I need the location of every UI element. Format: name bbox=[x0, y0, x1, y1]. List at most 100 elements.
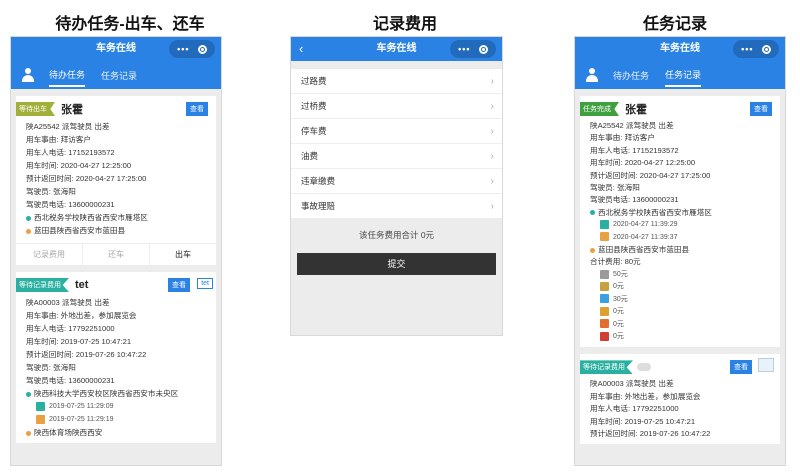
fee-item[interactable]: 过桥费 › bbox=[291, 94, 502, 119]
end-dot-icon bbox=[26, 430, 31, 436]
app-title: 车务在线 bbox=[660, 43, 700, 54]
navbar: 车务在线 ••• bbox=[11, 37, 221, 61]
phone-line: 用车人电话: 17792251000 bbox=[26, 324, 115, 333]
mini-capsule[interactable]: ••• bbox=[733, 40, 779, 58]
more-icon[interactable]: ••• bbox=[741, 44, 753, 54]
toggle-switch[interactable] bbox=[637, 363, 651, 372]
record-fee-button[interactable]: 记录费用 bbox=[16, 244, 83, 265]
time-line: 用车时间: 2020-04-27 12:25:00 bbox=[590, 158, 696, 168]
passenger-name: 张霍 bbox=[61, 104, 83, 116]
violation-fee-icon bbox=[600, 319, 609, 329]
return-line: 预计返回时间: 2019-07-26 10:47:22 bbox=[26, 350, 147, 359]
fee-item[interactable]: 过路费 › bbox=[291, 69, 502, 94]
reason-line: 用车事由: 外地出差，参加展览会 bbox=[590, 391, 701, 401]
toll-fee-icon bbox=[600, 269, 609, 279]
more-icon[interactable]: ••• bbox=[458, 44, 470, 54]
return-line: 预计返回时间: 2020-04-27 17:25:00 bbox=[26, 174, 147, 183]
mini-capsule[interactable]: ••• bbox=[169, 40, 215, 58]
caption-left: 待办任务-出车、还车 bbox=[55, 16, 205, 33]
status-badge: 等待出车 bbox=[16, 102, 55, 116]
tab-record[interactable]: 任务记录 bbox=[665, 64, 702, 87]
end-dot-icon bbox=[26, 228, 31, 234]
return-line: 预计返回时间: 2019-07-26 10:47:22 bbox=[590, 428, 711, 438]
fee-value: 0元 bbox=[613, 283, 624, 291]
phone-todo: 车务在线 ••• 待办任务 任务记录 等待出车 张霍 查看 陕A25542 派驾驶… bbox=[10, 36, 222, 466]
tab-todo[interactable]: 待办任务 bbox=[613, 65, 649, 86]
end-place: 蓝田县陕西省西安市蓝田县 bbox=[598, 245, 690, 255]
fee-item[interactable]: 油费 › bbox=[291, 144, 502, 169]
return-icon bbox=[600, 232, 609, 242]
tab-todo[interactable]: 待办任务 bbox=[49, 64, 86, 87]
mini-capsule[interactable]: ••• bbox=[450, 40, 496, 58]
close-icon[interactable] bbox=[478, 44, 488, 54]
parking-fee-icon bbox=[600, 294, 609, 304]
return-line: 预计返回时间: 2020-04-27 17:25:00 bbox=[590, 170, 711, 180]
driver-phone-line: 驾驶员电话: 13600000231 bbox=[26, 376, 115, 385]
record-card: 任务完成 张霍 查看 陕A25542 派驾驶员 出差 用车事由: 拜访客户 用车人… bbox=[580, 96, 780, 348]
tab-record[interactable]: 任务记录 bbox=[101, 65, 137, 86]
user-icon[interactable] bbox=[585, 68, 599, 82]
view-button[interactable]: 查看 bbox=[168, 278, 190, 292]
status-badge: 等待记录费用 bbox=[16, 278, 69, 292]
record-card: 等待记录费用 查看 陕A00003 派驾驶员 出差 用车事由: 外地出差，参加展… bbox=[580, 354, 780, 445]
view-button[interactable]: 查看 bbox=[730, 360, 752, 375]
navbar: ‹ 车务在线 ••• bbox=[291, 37, 502, 61]
start-dot-icon bbox=[26, 391, 31, 397]
plate-line: 陕A25542 派驾驶员 出差 bbox=[590, 121, 674, 130]
close-icon[interactable] bbox=[761, 44, 771, 54]
fee-label: 违章缴费 bbox=[301, 176, 336, 186]
fee-item[interactable]: 违章缴费 › bbox=[291, 169, 502, 194]
return-car-button[interactable]: 还车 bbox=[83, 244, 150, 265]
view-button[interactable]: 查看 bbox=[186, 102, 208, 116]
tabbar: 待办任务 任务记录 bbox=[11, 61, 221, 89]
fee-total: 该任务费用合计 0元 bbox=[358, 230, 435, 240]
name-tag: tet bbox=[197, 278, 213, 289]
chevron-right-icon: › bbox=[490, 151, 494, 162]
time-line: 用车时间: 2020-04-27 12:25:00 bbox=[26, 161, 132, 170]
return-time: 2019-07-25 11:29:19 bbox=[49, 416, 114, 423]
close-icon[interactable] bbox=[197, 44, 207, 54]
plate-line: 陕A00003 派驾驶员 出差 bbox=[26, 298, 110, 307]
reason-line: 用车事由: 外地出差，参加展览会 bbox=[26, 311, 137, 320]
driver-phone-line: 驾驶员电话: 13600000231 bbox=[26, 200, 115, 209]
fee-value: 0元 bbox=[613, 308, 624, 316]
plate-line: 陕A00003 派驾驶员 出差 bbox=[590, 379, 674, 389]
back-icon[interactable]: ‹ bbox=[299, 37, 303, 61]
user-icon[interactable] bbox=[21, 68, 35, 82]
view-button[interactable]: 查看 bbox=[750, 102, 772, 116]
more-icon[interactable]: ••• bbox=[177, 44, 189, 54]
end-place: 蓝田县陕西省西安市蓝田县 bbox=[34, 226, 126, 235]
fee-value: 50元 bbox=[613, 270, 628, 278]
chevron-right-icon: › bbox=[490, 201, 494, 212]
start-place: 西北税务学校陕西省西安市雁塔区 bbox=[598, 207, 712, 217]
phone-line: 用车人电话: 17152193572 bbox=[26, 148, 115, 157]
fee-label: 油费 bbox=[301, 151, 319, 161]
plate-line: 陕A25542 派驾驶员 出差 bbox=[26, 122, 110, 131]
fuel-fee-icon bbox=[600, 306, 609, 316]
fee-label: 停车费 bbox=[301, 126, 327, 136]
phone-line: 用车人电话: 17152193572 bbox=[590, 145, 679, 155]
fee-label: 过桥费 bbox=[301, 101, 327, 111]
reason-line: 用车事由: 拜访客户 bbox=[26, 135, 91, 144]
start-dot-icon bbox=[26, 215, 31, 221]
fee-label: 过路费 bbox=[301, 76, 327, 86]
fee-item[interactable]: 停车费 › bbox=[291, 119, 502, 144]
end-place: 陕西体育场陕西西安 bbox=[34, 428, 103, 437]
task-card: 等待记录费用 tet 查看 tet 陕A00003 派驾驶员 出差 用车事由: 外… bbox=[16, 272, 216, 443]
app-title: 车务在线 bbox=[96, 43, 136, 54]
submit-button[interactable]: 提交 bbox=[297, 253, 496, 275]
thumbnail-icon[interactable] bbox=[758, 358, 774, 373]
return-time: 2020-04-27 11:39:37 bbox=[613, 233, 678, 241]
fee-item[interactable]: 事故理赔 › bbox=[291, 194, 502, 219]
driver-line: 驾驶员: 张海阳 bbox=[26, 363, 76, 372]
start-dot-icon bbox=[590, 210, 595, 216]
fee-value: 0元 bbox=[613, 332, 624, 340]
return-icon bbox=[36, 414, 45, 424]
depart-button[interactable]: 出车 bbox=[150, 244, 216, 265]
passenger-name: tet bbox=[75, 279, 89, 291]
time-line: 用车时间: 2019-07-25 10:47:21 bbox=[590, 416, 696, 426]
passenger-name: 张霍 bbox=[625, 104, 647, 116]
fee-value: 0元 bbox=[613, 320, 624, 328]
end-dot-icon bbox=[590, 247, 595, 253]
navbar: 车务在线 ••• bbox=[575, 37, 785, 61]
